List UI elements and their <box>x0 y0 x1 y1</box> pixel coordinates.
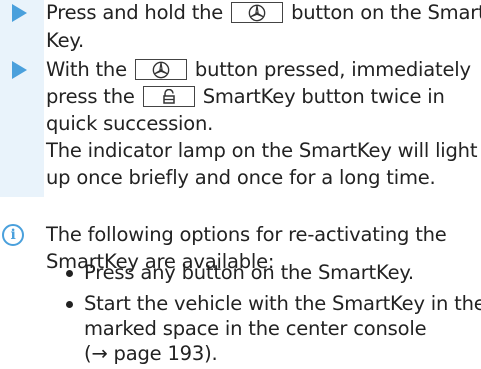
bullet-2-line-3: (→ page 193). <box>84 342 218 365</box>
step-1-line-1: Press and hold the button on the Smart- <box>46 0 481 26</box>
step-2-line-4: The indicator lamp on the SmartKey will … <box>46 139 478 162</box>
step-2-line-3: quick succession. <box>46 112 214 135</box>
info-icon: i <box>2 224 24 246</box>
step-background <box>0 0 44 197</box>
bullet-2-line-1: Start the vehicle with the SmartKey in t… <box>84 292 481 315</box>
bullet-icon <box>66 301 73 308</box>
bullet-icon <box>66 270 73 277</box>
mercedes-star-icon <box>248 4 266 21</box>
bullet-2-line-2: marked space in the center console <box>84 317 427 340</box>
step-1-text-b: button on the Smart- <box>291 1 481 24</box>
step-1-line-2: Key. <box>46 29 84 52</box>
info-glyph: i <box>10 227 16 243</box>
mercedes-star-button-icon <box>231 2 284 23</box>
step-2-line-2: press the SmartKey button twice in <box>46 84 445 110</box>
step-2-text-c: press the <box>46 85 135 108</box>
mercedes-star-icon <box>152 61 170 78</box>
step-2-line-5: up once briefly and once for a long time… <box>46 166 436 189</box>
step-arrow-icon <box>12 61 27 79</box>
lock-icon <box>162 88 175 104</box>
step-2-text-b: button pressed, immediately <box>194 58 471 81</box>
step-arrow-icon <box>12 4 27 22</box>
info-line-1: The following options for re-activating … <box>46 223 447 246</box>
lock-button-icon <box>142 86 195 107</box>
mercedes-star-button-icon <box>134 59 187 80</box>
step-1-text-a: Press and hold the <box>46 1 224 24</box>
step-2-text-a: With the <box>46 58 127 81</box>
step-2-text-d: SmartKey button twice in <box>202 85 445 108</box>
step-2-line-1: With the button pressed, immediately <box>46 57 471 83</box>
bullet-1-line-1: Press any button on the SmartKey. <box>84 261 414 284</box>
manual-page: Press and hold the button on the Smart- … <box>0 0 481 369</box>
